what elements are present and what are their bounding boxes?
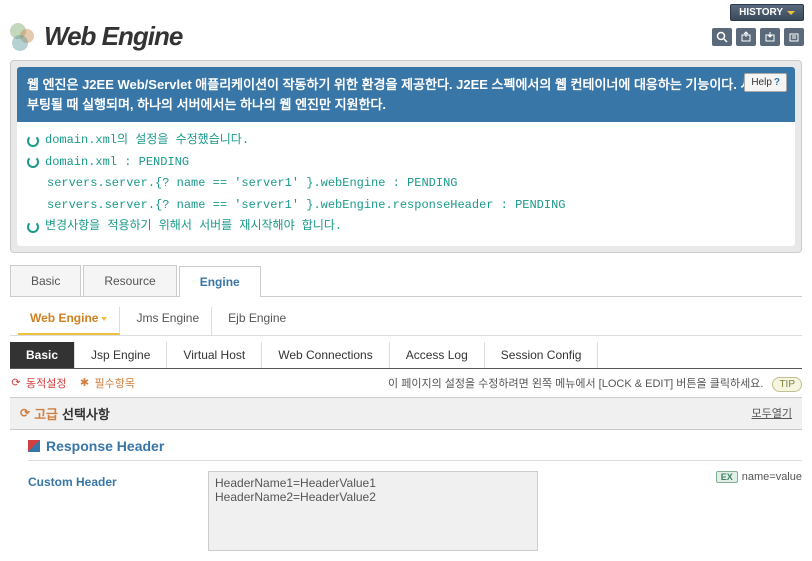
field-example: EX name=value [716, 471, 802, 483]
legend-dynamic: ⟳동적설정 [10, 375, 66, 391]
pending-messages: domain.xml의 설정을 수정했습니다. domain.xml : PEN… [17, 122, 795, 246]
description-text: 웹 엔진은 J2EE Web/Servlet 애플리케이션이 작동하기 위한 환… [27, 77, 776, 112]
help-button[interactable]: Help? [744, 73, 787, 92]
darktab-virtual-host[interactable]: Virtual Host [167, 342, 262, 368]
refresh-icon [27, 135, 39, 147]
chevron-down-icon [787, 11, 795, 15]
subtab-ejb-engine[interactable]: Ejb Engine [216, 307, 298, 335]
history-button[interactable]: HISTORY [730, 4, 804, 21]
tip-badge: TIP [772, 377, 802, 392]
tab-basic[interactable]: Basic [10, 265, 81, 296]
subtab-web-engine[interactable]: Web Engine [18, 307, 120, 335]
panel-icon [28, 440, 40, 452]
settings-icon[interactable] [784, 28, 804, 46]
tip-message: 이 페이지의 설정을 수정하려면 왼쪽 메뉴에서 [LOCK & EDIT] 버… [388, 375, 802, 391]
refresh-icon [27, 221, 39, 233]
darktab-access-log[interactable]: Access Log [390, 342, 485, 368]
open-all-link[interactable]: 모두열기 [752, 405, 792, 421]
tab-engine[interactable]: Engine [179, 266, 261, 297]
page-logo: Web Engine [10, 21, 182, 52]
darktab-session-config[interactable]: Session Config [485, 342, 599, 368]
export-icon[interactable] [736, 28, 756, 46]
tab-resource[interactable]: Resource [83, 265, 176, 296]
sync-icon: ⟳ [10, 377, 22, 389]
page-title: Web Engine [44, 21, 182, 52]
darktab-web-connections[interactable]: Web Connections [262, 342, 390, 368]
custom-header-textarea[interactable] [208, 471, 538, 551]
sync-icon: ⟳ [20, 406, 30, 420]
darktab-jsp-engine[interactable]: Jsp Engine [75, 342, 167, 368]
question-icon: ? [774, 77, 780, 88]
panel-title: Response Header [28, 438, 802, 461]
search-icon[interactable] [712, 28, 732, 46]
field-label-custom-header: Custom Header [28, 471, 198, 489]
history-label: HISTORY [739, 7, 783, 18]
refresh-icon [27, 156, 39, 168]
description-box: 웹 엔진은 J2EE Web/Servlet 애플리케이션이 작동하기 위한 환… [17, 67, 795, 122]
subtab-jms-engine[interactable]: Jms Engine [124, 307, 212, 335]
import-icon[interactable] [760, 28, 780, 46]
darktab-basic[interactable]: Basic [10, 342, 75, 368]
logo-icon [10, 23, 38, 51]
chevron-down-icon [101, 317, 107, 321]
section-title: ⟳ 고급 선택사항 [20, 404, 110, 423]
legend-required: ✱필수항목 [78, 375, 134, 391]
star-icon: ✱ [78, 377, 90, 389]
example-badge: EX [716, 471, 738, 483]
